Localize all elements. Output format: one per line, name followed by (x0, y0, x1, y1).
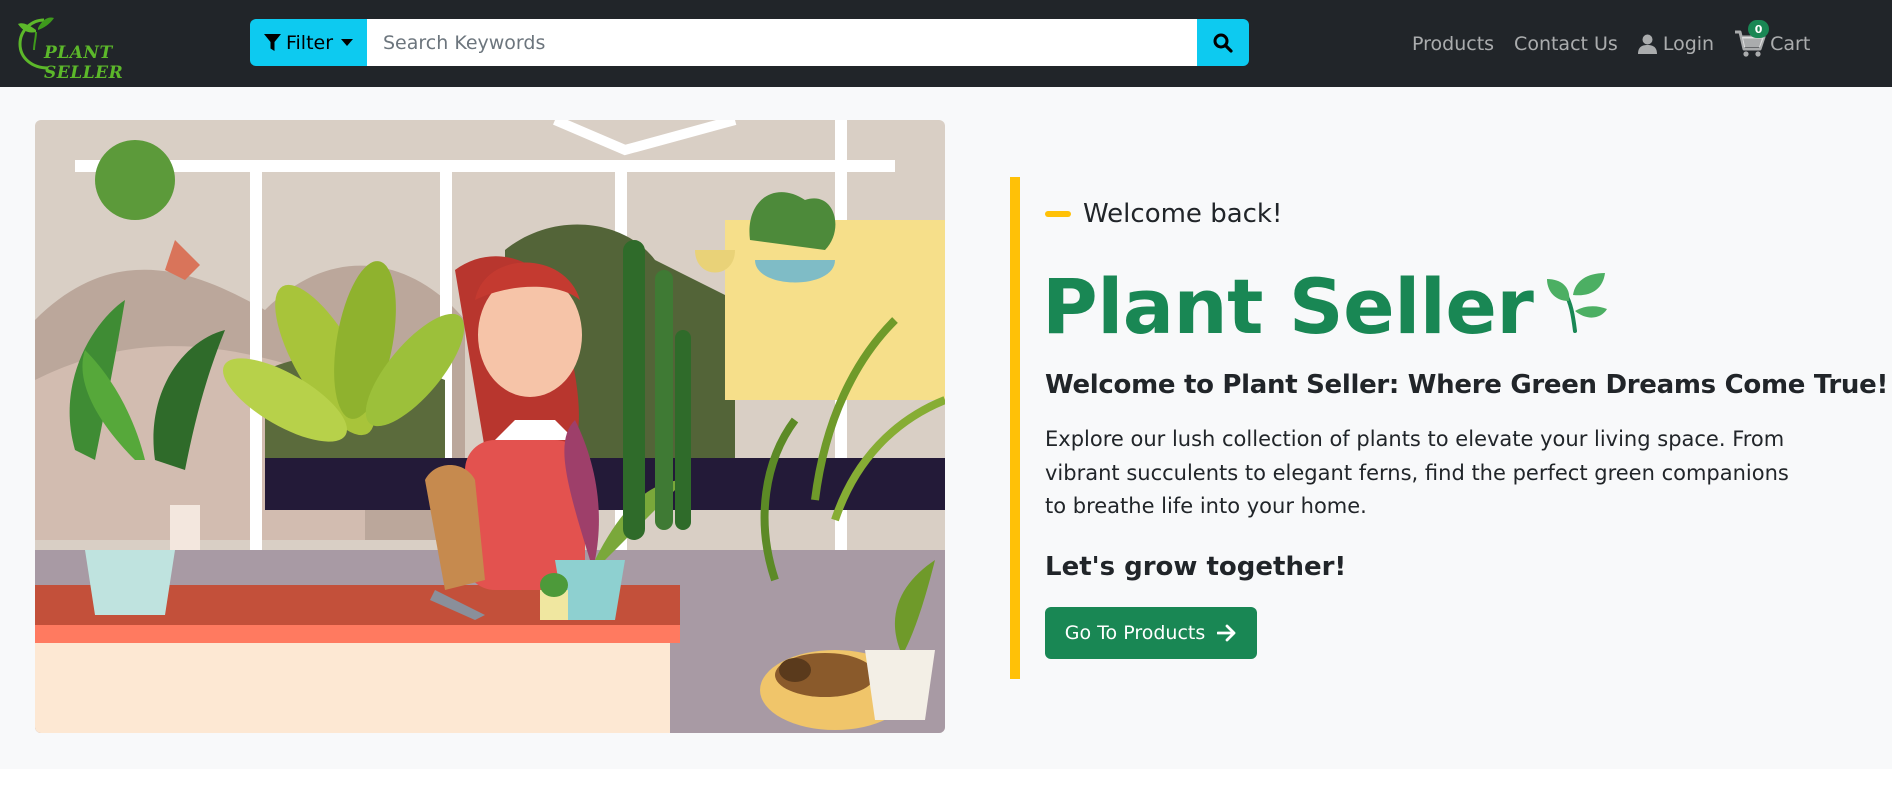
hero-subtitle: Welcome to Plant Seller: Where Green Dre… (1045, 370, 1889, 400)
title-row: Plant Seller (1042, 265, 1609, 349)
arrow-right-icon (1217, 624, 1236, 642)
login-label: Login (1662, 33, 1715, 55)
search-input[interactable] (367, 19, 1197, 66)
cart-count-badge: 0 (1748, 20, 1770, 38)
welcome-dash (1045, 211, 1071, 217)
nav-contact-link[interactable]: Contact Us (1514, 33, 1618, 55)
sprout-icon (1547, 273, 1608, 333)
funnel-icon (263, 33, 281, 51)
chevron-down-icon (341, 39, 354, 46)
filter-label: Filter (285, 31, 334, 54)
cta-label: Go To Products (1064, 622, 1206, 644)
search-button[interactable] (1197, 19, 1249, 66)
welcome-heading: Welcome back! (1083, 199, 1283, 229)
nav-login-link[interactable]: Login (1637, 33, 1715, 55)
greenhouse-illustration (35, 120, 945, 733)
brand-logo[interactable]: PLANT SELLER (14, 14, 156, 83)
user-icon (1637, 34, 1657, 54)
top-navbar: PLANT SELLER Filter Products Contact Us … (0, 0, 1892, 87)
nav-links: Products Contact Us Login 0 Cart (1412, 20, 1811, 62)
cart-label: Cart (1770, 33, 1811, 55)
hero-illustration (35, 120, 945, 733)
hero-section: Welcome back! Plant Seller Welcome to Pl… (0, 87, 1892, 769)
welcome-row: Welcome back! (1045, 199, 1282, 229)
go-to-products-button[interactable]: Go To Products (1045, 607, 1257, 659)
nav-products-link[interactable]: Products (1412, 33, 1494, 55)
search-bar: Filter (250, 19, 1249, 66)
search-icon (1213, 33, 1233, 53)
hero-title: Plant Seller (1042, 262, 1534, 351)
logo-text: PLANT SELLER (44, 43, 124, 83)
filter-button[interactable]: Filter (250, 19, 367, 66)
hero-content: Welcome back! Plant Seller Welcome to Pl… (1010, 177, 1889, 679)
hero-tagline: Let's grow together! (1045, 552, 1347, 582)
nav-cart-link[interactable]: 0 Cart (1734, 20, 1811, 58)
hero-description: Explore our lush collection of plants to… (1045, 427, 1789, 519)
